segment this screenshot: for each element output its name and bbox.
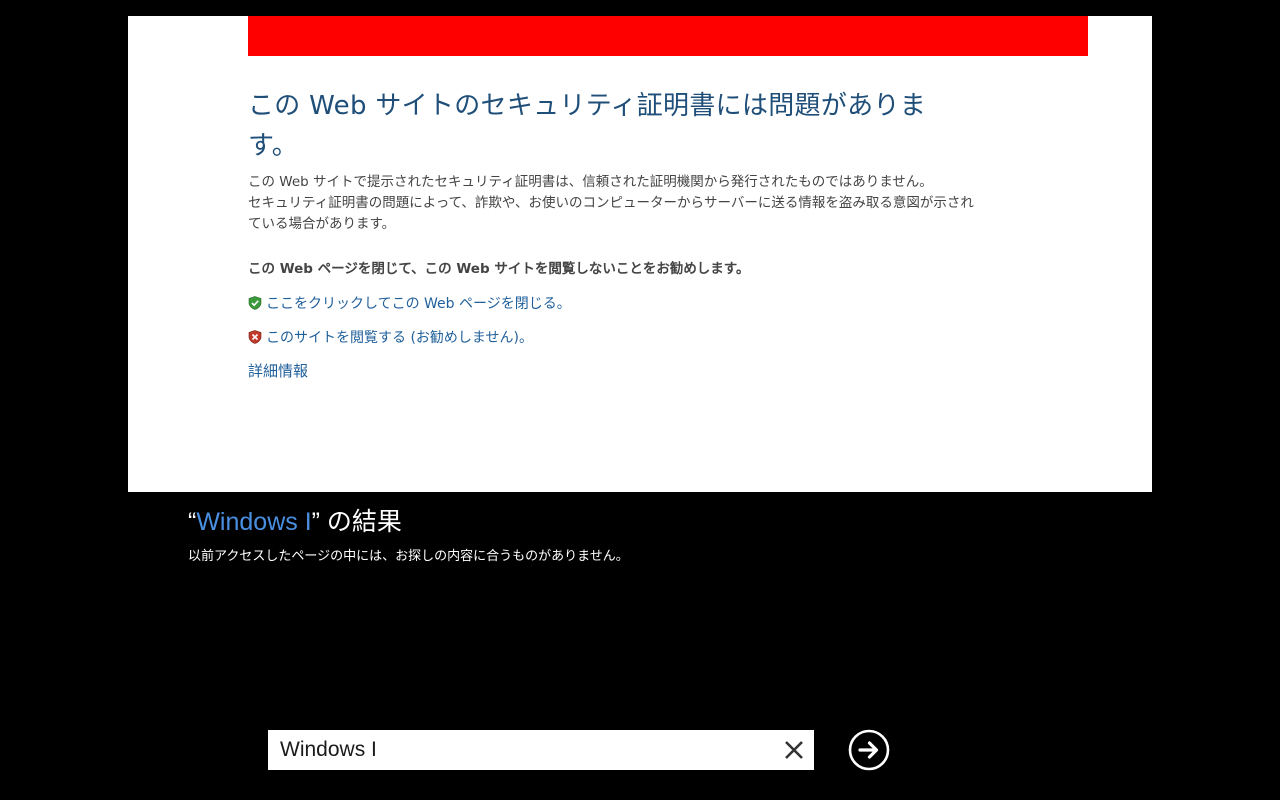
description-line-2: セキュリティ証明書の問題によって、詐欺や、お使いのコンピューターからサーバーに送…	[248, 195, 974, 232]
arrow-right-circle-icon[interactable]	[848, 729, 890, 771]
search-query-text: Windows I	[196, 508, 312, 536]
close-page-link-label[interactable]: ここをクリックしてこの Web ページを閉じる。	[266, 293, 571, 313]
continue-to-site-link[interactable]: このサイトを閲覧する (お勧めしません)。	[248, 326, 978, 348]
red-shield-x-icon	[248, 330, 262, 344]
recommendation-text: この Web ページを閉じて、この Web サイトを閲覧しないことをお勧めします…	[248, 261, 750, 277]
results-heading: “Windows I” の結果	[188, 504, 402, 540]
certificate-description: この Web サイトで提示されたセキュリティ証明書は、信頼された証明機関から発行…	[248, 172, 978, 235]
results-heading-suffix: ” の結果	[311, 508, 402, 536]
web-page-frame: この Web サイトのセキュリティ証明書には問題があります。 この Web サイ…	[128, 16, 1152, 492]
close-page-link[interactable]: ここをクリックしてこの Web ページを閉じる。	[248, 292, 978, 314]
address-search-box	[268, 730, 814, 770]
continue-to-site-link-label[interactable]: このサイトを閲覧する (お勧めしません)。	[266, 327, 533, 347]
warning-banner	[248, 16, 1088, 56]
certificate-error-content: この Web サイトのセキュリティ証明書には問題があります。 この Web サイ…	[248, 86, 978, 382]
close-icon[interactable]	[782, 738, 806, 762]
page-title: この Web サイトのセキュリティ証明書には問題があります。	[248, 91, 927, 161]
no-results-message: 以前アクセスしたページの中には、お探しの内容に合うものがありません。	[188, 549, 629, 564]
green-shield-check-icon	[248, 296, 262, 310]
search-input[interactable]	[268, 730, 768, 770]
description-line-1: この Web サイトで提示されたセキュリティ証明書は、信頼された証明機関から発行…	[248, 174, 933, 190]
more-information-link[interactable]: 詳細情報	[248, 360, 978, 382]
